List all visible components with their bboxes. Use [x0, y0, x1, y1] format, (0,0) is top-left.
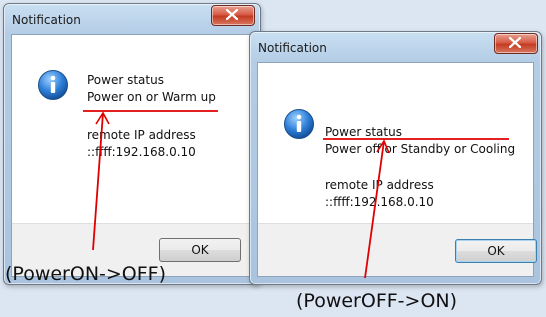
caption-right: (PowerOFF->ON) — [296, 290, 458, 312]
arrow-left — [92, 112, 104, 251]
arrow-right — [364, 140, 385, 279]
caption-left: (PowerON->OFF) — [5, 263, 167, 285]
